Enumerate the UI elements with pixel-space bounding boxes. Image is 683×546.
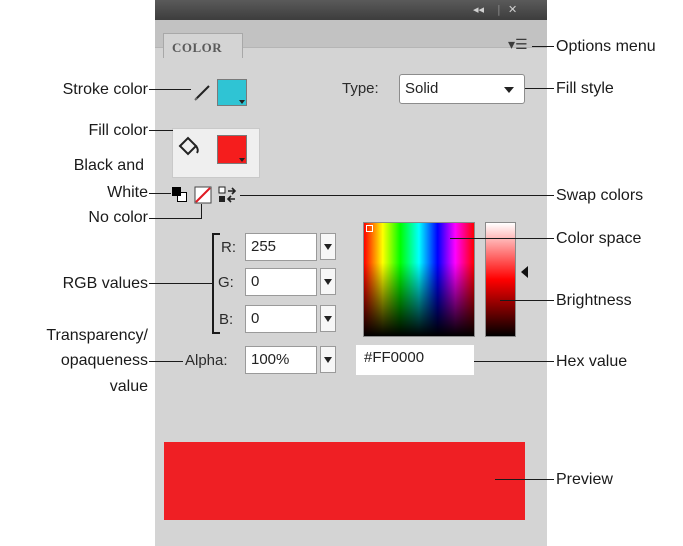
color-preview	[164, 442, 525, 520]
green-dropdown-button[interactable]	[320, 268, 336, 295]
callout-brightness: Brightness	[556, 292, 632, 309]
chevron-down-icon	[504, 87, 514, 93]
callout-swap-colors: Swap colors	[556, 187, 644, 204]
callout-black-white-line2: White	[107, 184, 148, 201]
callout-line-brightness	[500, 300, 554, 301]
brightness-slider-handle[interactable]	[521, 266, 528, 278]
callout-line-fill-style	[525, 88, 554, 89]
red-value-field[interactable]: 255	[245, 233, 317, 261]
callout-line-fill-color	[149, 130, 173, 131]
callout-line-color-space	[450, 238, 554, 239]
callout-stroke-color: Stroke color	[62, 81, 148, 98]
callout-color-space: Color space	[556, 230, 642, 247]
blue-dropdown-button[interactable]	[320, 305, 336, 332]
rgb-bracket-top	[212, 233, 220, 235]
callout-preview: Preview	[556, 471, 613, 488]
callout-line-stroke	[149, 89, 191, 90]
fill-color-swatch[interactable]	[217, 135, 247, 164]
stroke-color-swatch[interactable]	[217, 79, 247, 106]
blue-value-field[interactable]: 0	[245, 305, 317, 333]
b-label: B:	[219, 311, 234, 328]
title-divider: |	[497, 3, 501, 16]
callout-no-color: No color	[88, 209, 148, 226]
callout-line-no-color-h	[149, 218, 201, 219]
collapse-icon[interactable]: ◂◂	[473, 3, 484, 16]
callout-fill-style: Fill style	[556, 80, 614, 97]
callout-line-black-white	[149, 193, 171, 194]
pencil-icon[interactable]	[193, 82, 213, 102]
callout-fill-color: Fill color	[88, 122, 148, 139]
options-menu-icon[interactable]: ▾☰	[508, 37, 528, 53]
color-space-picker[interactable]	[363, 222, 475, 337]
panel-title-bar[interactable]: ◂◂ | ✕	[155, 0, 547, 20]
brightness-slider[interactable]	[485, 222, 516, 337]
callout-line-transparency	[149, 361, 183, 362]
alpha-label: Alpha:	[185, 352, 228, 369]
color-space-marker	[366, 225, 373, 232]
callout-line-rgb	[149, 283, 212, 284]
fill-type-value: Solid	[405, 80, 439, 97]
callout-options-menu: Options menu	[556, 38, 656, 55]
paint-bucket-icon[interactable]	[176, 134, 202, 158]
red-dropdown-button[interactable]	[320, 233, 336, 260]
callout-line-preview	[495, 479, 554, 480]
green-value-field[interactable]: 0	[245, 268, 317, 296]
rgb-bracket-bottom	[212, 332, 220, 334]
callout-line-swap	[240, 195, 554, 196]
r-label: R:	[221, 239, 236, 256]
type-label: Type:	[342, 80, 379, 97]
no-color-button[interactable]	[194, 186, 212, 204]
rgb-bracket	[212, 233, 214, 334]
alpha-value-field[interactable]: 100%	[245, 346, 317, 374]
tab-color-label: COLOR	[172, 40, 223, 55]
callout-line-options	[532, 46, 554, 47]
callout-line-hex	[474, 361, 554, 362]
callout-transparency-line2: opaqueness	[60, 352, 148, 369]
alpha-dropdown-button[interactable]	[320, 346, 336, 373]
callout-hex-value: Hex value	[556, 353, 628, 370]
tab-color[interactable]: COLOR	[163, 33, 243, 58]
swap-colors-button[interactable]	[218, 185, 238, 205]
callout-black-white-line1: Black and	[73, 157, 144, 174]
callout-transparency-line3: value	[109, 378, 148, 395]
callout-transparency-line1: Transparency/	[46, 327, 148, 344]
g-label: G:	[218, 274, 234, 291]
callout-line-no-color-v	[201, 204, 202, 219]
close-icon[interactable]: ✕	[508, 3, 517, 16]
hex-value-field[interactable]: #FF0000	[356, 345, 474, 375]
fill-type-select[interactable]: Solid	[399, 74, 525, 104]
black-and-white-button[interactable]	[172, 187, 187, 202]
callout-rgb-values: RGB values	[62, 275, 148, 292]
